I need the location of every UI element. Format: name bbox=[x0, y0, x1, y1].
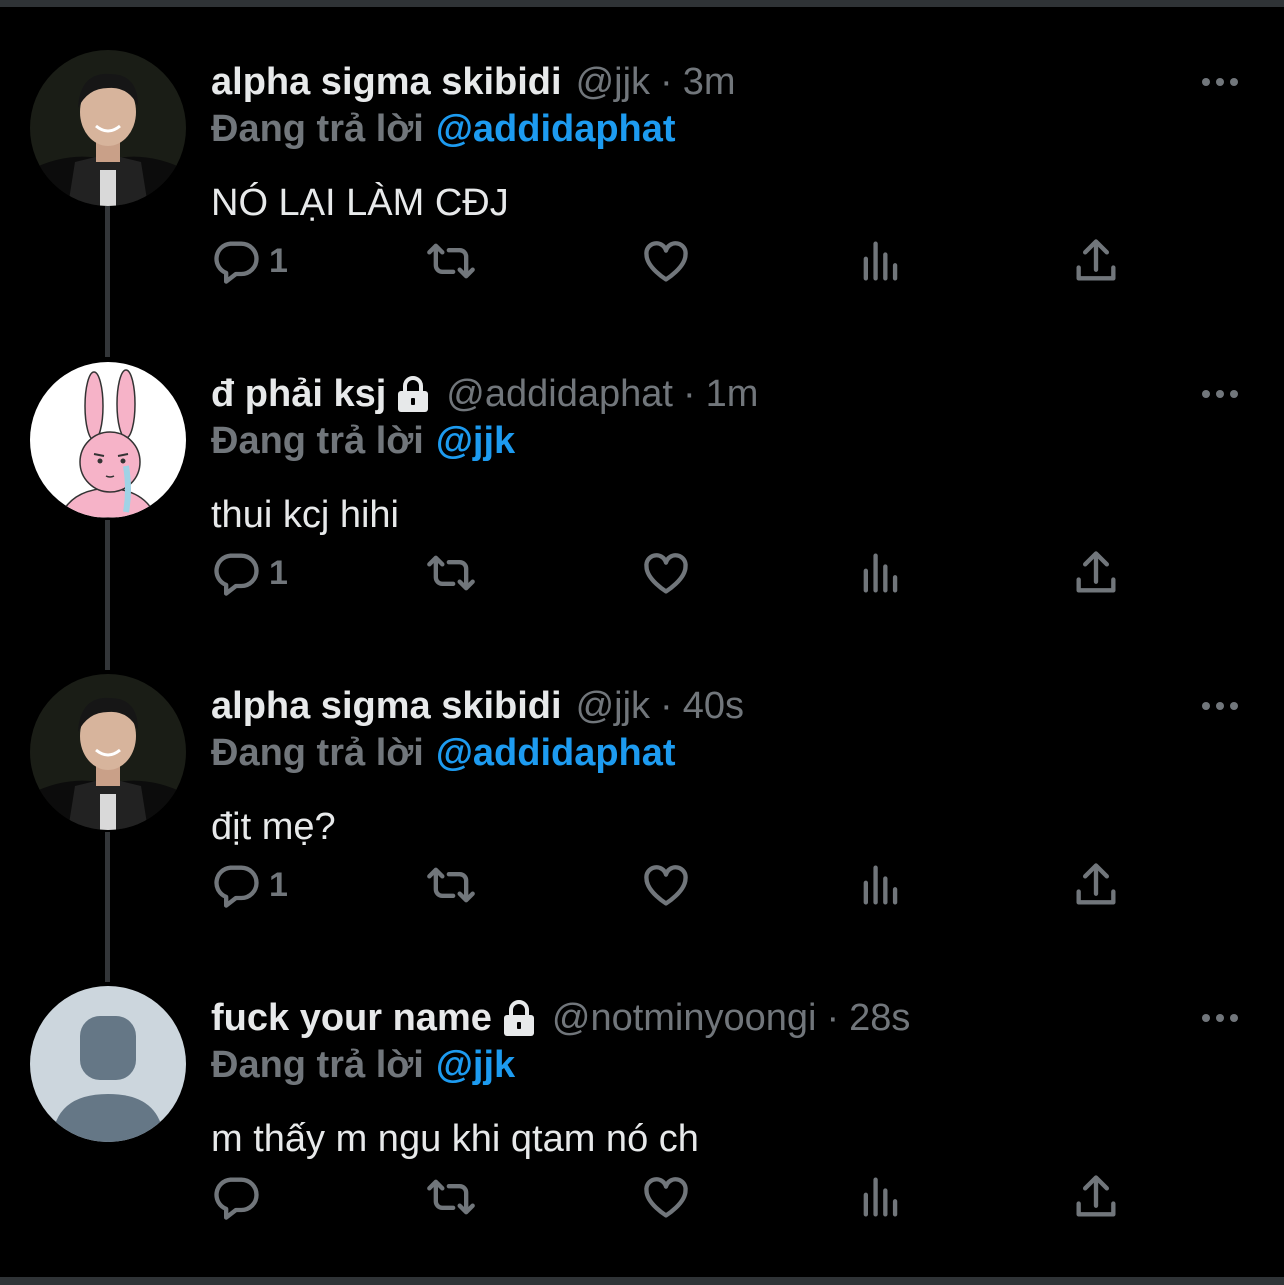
share-button[interactable] bbox=[1070, 226, 1122, 296]
replying-to-handle[interactable]: @addidaphat bbox=[436, 108, 676, 150]
tweet-text: địt mẹ? bbox=[211, 806, 336, 848]
timestamp[interactable]: 1m bbox=[706, 373, 759, 416]
reply-button[interactable]: 1 bbox=[211, 226, 288, 296]
lock-icon bbox=[394, 374, 432, 414]
share-icon bbox=[1076, 239, 1116, 281]
retweet-button[interactable] bbox=[425, 226, 477, 296]
share-button[interactable] bbox=[1070, 850, 1122, 920]
tweet[interactable]: alpha sigma skibidi @jjk · 3m Đang trả l… bbox=[0, 6, 1284, 318]
replying-to-handle[interactable]: @jjk bbox=[436, 420, 515, 462]
tweet[interactable]: fuck your name @notminyoongi · 28s Đang … bbox=[0, 942, 1284, 1254]
views-button[interactable] bbox=[855, 850, 907, 920]
user-handle[interactable]: @jjk bbox=[576, 685, 650, 728]
reply-button[interactable]: 1 bbox=[211, 538, 288, 608]
replying-to: Đang trả lời @addidaphat bbox=[211, 732, 676, 775]
tweet-actions bbox=[0, 1162, 1284, 1232]
bottom-border bbox=[0, 1277, 1284, 1285]
tweet-header: alpha sigma skibidi @jjk · 40s bbox=[211, 680, 744, 732]
display-name[interactable]: đ phải ksj bbox=[211, 373, 386, 416]
tweet[interactable]: alpha sigma skibidi @jjk · 40s Đang trả … bbox=[0, 630, 1284, 942]
display-name[interactable]: fuck your name bbox=[211, 997, 492, 1040]
tweet-text: NÓ LẠI LÀM CĐJ bbox=[211, 182, 509, 224]
views-button[interactable] bbox=[855, 538, 907, 608]
tweet-actions: 1 bbox=[0, 226, 1284, 296]
share-button[interactable] bbox=[1070, 1162, 1122, 1232]
more-icon[interactable] bbox=[1198, 70, 1242, 94]
replying-to-label: Đang trả lời bbox=[211, 420, 424, 462]
separator-dot: · bbox=[682, 372, 696, 415]
replying-to-label: Đang trả lời bbox=[211, 108, 424, 150]
retweet-icon bbox=[427, 243, 475, 279]
reply-button[interactable]: 1 bbox=[211, 850, 288, 920]
timestamp[interactable]: 40s bbox=[683, 685, 744, 728]
retweet-icon bbox=[427, 867, 475, 903]
avatar[interactable] bbox=[30, 362, 186, 518]
like-icon bbox=[644, 1177, 688, 1218]
views-icon bbox=[863, 553, 898, 593]
tweet-actions: 1 bbox=[0, 850, 1284, 920]
separator-dot: · bbox=[826, 996, 840, 1039]
replying-to-label: Đang trả lời bbox=[211, 732, 424, 774]
timestamp[interactable]: 28s bbox=[849, 997, 910, 1040]
share-icon bbox=[1076, 551, 1116, 593]
retweet-button[interactable] bbox=[425, 538, 477, 608]
share-icon bbox=[1076, 863, 1116, 905]
separator-dot: · bbox=[660, 684, 673, 727]
retweet-button[interactable] bbox=[425, 1162, 477, 1232]
more-icon[interactable] bbox=[1198, 694, 1242, 718]
like-icon bbox=[644, 553, 688, 594]
timestamp[interactable]: 3m bbox=[683, 61, 736, 104]
display-name[interactable]: alpha sigma skibidi bbox=[211, 685, 562, 728]
reply-icon bbox=[214, 865, 259, 908]
views-icon bbox=[863, 1177, 898, 1217]
more-icon[interactable] bbox=[1198, 1006, 1242, 1030]
replying-to-handle[interactable]: @addidaphat bbox=[436, 732, 676, 774]
display-name[interactable]: alpha sigma skibidi bbox=[211, 61, 562, 104]
lock-icon bbox=[500, 998, 538, 1038]
reply-button[interactable] bbox=[211, 1162, 269, 1232]
retweet-icon bbox=[427, 1179, 475, 1215]
reply-icon bbox=[214, 553, 259, 596]
reply-icon bbox=[214, 241, 259, 284]
replying-to: Đang trả lời @jjk bbox=[211, 1044, 515, 1087]
reply-count: 1 bbox=[269, 553, 288, 592]
separator-dot: · bbox=[660, 60, 673, 103]
share-button[interactable] bbox=[1070, 538, 1122, 608]
tweet-header: đ phải ksj @addidaphat · 1m bbox=[211, 368, 758, 420]
like-button[interactable] bbox=[640, 850, 692, 920]
reply-icon bbox=[214, 1177, 259, 1220]
tweet-text: m thấy m ngu khi qtam nó ch bbox=[211, 1118, 699, 1160]
tweet[interactable]: đ phải ksj @addidaphat · 1m Đang trả lời… bbox=[0, 318, 1284, 630]
tweet-actions: 1 bbox=[0, 538, 1284, 608]
avatar[interactable] bbox=[30, 50, 186, 206]
reply-count: 1 bbox=[269, 241, 288, 280]
tweet-header: alpha sigma skibidi @jjk · 3m bbox=[211, 56, 735, 108]
views-button[interactable] bbox=[855, 226, 907, 296]
tweet-text: thui kcj hihi bbox=[211, 494, 399, 536]
like-button[interactable] bbox=[640, 538, 692, 608]
like-button[interactable] bbox=[640, 226, 692, 296]
like-icon bbox=[644, 241, 688, 282]
like-button[interactable] bbox=[640, 1162, 692, 1232]
avatar[interactable] bbox=[30, 674, 186, 830]
like-icon bbox=[644, 865, 688, 906]
user-handle[interactable]: @addidaphat bbox=[446, 373, 673, 416]
views-icon bbox=[863, 865, 898, 905]
user-handle[interactable]: @jjk bbox=[576, 61, 650, 104]
tweet-header: fuck your name @notminyoongi · 28s bbox=[211, 992, 910, 1044]
replying-to-label: Đang trả lời bbox=[211, 1044, 424, 1086]
share-icon bbox=[1076, 1175, 1116, 1217]
user-handle[interactable]: @notminyoongi bbox=[552, 997, 817, 1040]
more-icon[interactable] bbox=[1198, 382, 1242, 406]
retweet-button[interactable] bbox=[425, 850, 477, 920]
reply-count: 1 bbox=[269, 865, 288, 904]
replying-to-handle[interactable]: @jjk bbox=[436, 1044, 515, 1086]
views-button[interactable] bbox=[855, 1162, 907, 1232]
views-icon bbox=[863, 241, 898, 281]
retweet-icon bbox=[427, 555, 475, 591]
avatar[interactable] bbox=[30, 986, 186, 1142]
replying-to: Đang trả lời @addidaphat bbox=[211, 108, 676, 151]
replying-to: Đang trả lời @jjk bbox=[211, 420, 515, 463]
